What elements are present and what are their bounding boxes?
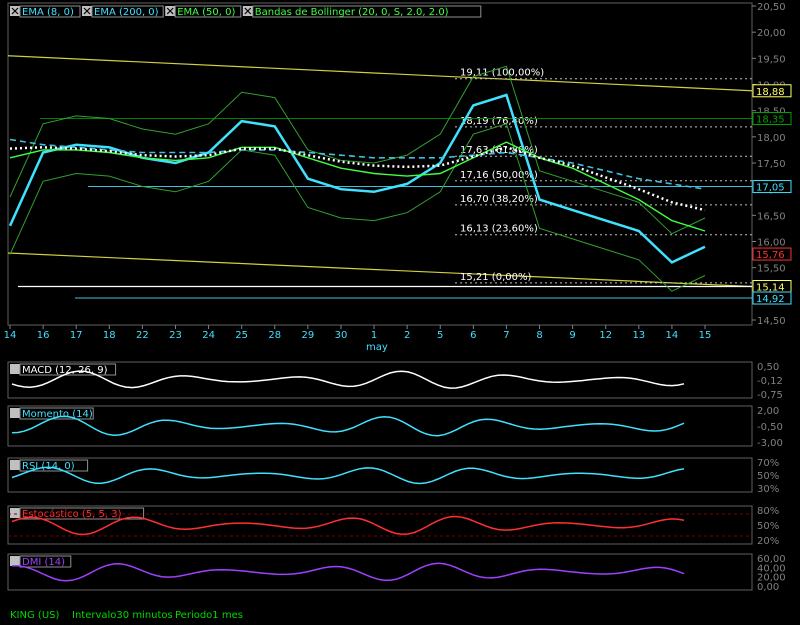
x-tick-label: 9 [569, 330, 575, 341]
panel-tick-label: 0,00 [757, 582, 779, 593]
x-tick-label: 28 [268, 330, 281, 341]
panel-close-icon [10, 556, 20, 566]
x-tick-label: 2 [404, 330, 410, 341]
x-tick-label: 24 [202, 330, 215, 341]
y-tick-label: 15,50 [757, 264, 786, 275]
y-tick-label: 18,00 [757, 133, 786, 144]
x-tick-label: 7 [503, 330, 509, 341]
panel-tick-label: -0,12 [757, 376, 783, 387]
panel-label: Momento (14) [22, 409, 93, 420]
price-tag-label: 18,35 [756, 115, 785, 126]
x-tick-label: 18 [103, 330, 116, 341]
price-tag-label: 15,76 [756, 250, 785, 261]
y-tick-label: 19,50 [757, 54, 786, 65]
status-period: Periodo1 mes [175, 610, 243, 621]
x-tick-label: 12 [599, 330, 612, 341]
status-symbol: KING (US) [10, 610, 60, 621]
x-tick-label: 14 [666, 330, 679, 341]
fib-level-label: 16,70 (38,20%) [460, 194, 538, 205]
y-tick-label: 16,00 [757, 238, 786, 249]
panel-tick-label: -0,75 [757, 390, 783, 401]
indicator-panel [7, 457, 753, 493]
panel-tick-label: 80% [757, 506, 779, 517]
x-tick-label: 8 [536, 330, 542, 341]
status-bar: KING (US) Intervalo30 minutos Periodo1 m… [0, 607, 800, 625]
indicator-panel [7, 553, 753, 591]
x-tick-label: 29 [301, 330, 314, 341]
legend-item: Bandas de Bollinger (20, 0, S, 2.0, 2.0) [255, 7, 449, 18]
panel-tick-label: 0,50 [757, 362, 779, 373]
y-tick-label: 20,50 [757, 2, 786, 13]
y-tick-label: 16,50 [757, 211, 786, 222]
stock-chart: 19,11 (100,00%)18,19 (76,40%)17,63 (61,8… [4, 2, 792, 593]
indicator-panel [7, 405, 753, 447]
x-tick-label: 13 [632, 330, 645, 341]
panel-tick-label: -3,00 [757, 438, 783, 449]
price-tag-label: 18,88 [756, 87, 785, 98]
main-price-panel [7, 2, 753, 326]
x-tick-label: 22 [136, 330, 149, 341]
fib-level-label: 16,13 (23,60%) [460, 224, 538, 235]
panel-close-icon [10, 408, 20, 418]
x-tick-label: 15 [699, 330, 712, 341]
x-tick-label: 25 [235, 330, 248, 341]
legend-item: EMA (8, 0) [22, 7, 74, 18]
x-tick-label: 23 [169, 330, 182, 341]
x-tick-label: 5 [437, 330, 443, 341]
status-interval: Intervalo30 minutos [72, 610, 173, 621]
y-tick-label: 20,00 [757, 28, 786, 39]
x-tick-label: 6 [470, 330, 476, 341]
month-label: may [366, 342, 388, 353]
panel-tick-label: 20% [757, 536, 779, 547]
legend-item: EMA (200, 0) [94, 7, 159, 18]
panel-close-icon [10, 508, 20, 518]
x-tick-label: 30 [335, 330, 348, 341]
legend-item: EMA (50, 0) [177, 7, 235, 18]
panel-close-icon [10, 460, 20, 470]
fib-level-label: 18,19 (76,40%) [460, 116, 538, 127]
panel-tick-label: 50% [757, 521, 779, 532]
panel-close-icon [10, 364, 20, 374]
panel-label: DMI (14) [22, 557, 65, 568]
x-tick-label: 14 [4, 330, 17, 341]
y-tick-label: 14,50 [757, 316, 786, 327]
panel-tick-label: 30% [757, 484, 779, 495]
x-tick-label: 1 [371, 330, 377, 341]
panel-tick-label: -0,50 [757, 422, 783, 433]
x-tick-label: 17 [70, 330, 83, 341]
price-tag-label: 17,05 [756, 183, 785, 194]
fib-level-label: 15,21 (0,00%) [460, 272, 531, 283]
fib-level-label: 17,16 (50,00%) [460, 170, 538, 181]
y-tick-label: 17,50 [757, 159, 786, 170]
panel-tick-label: 2,00 [757, 406, 779, 417]
price-tag-label: 14,92 [756, 294, 785, 305]
x-tick-label: 16 [37, 330, 50, 341]
panel-tick-label: 50% [757, 471, 779, 482]
panel-tick-label: 70% [757, 458, 779, 469]
